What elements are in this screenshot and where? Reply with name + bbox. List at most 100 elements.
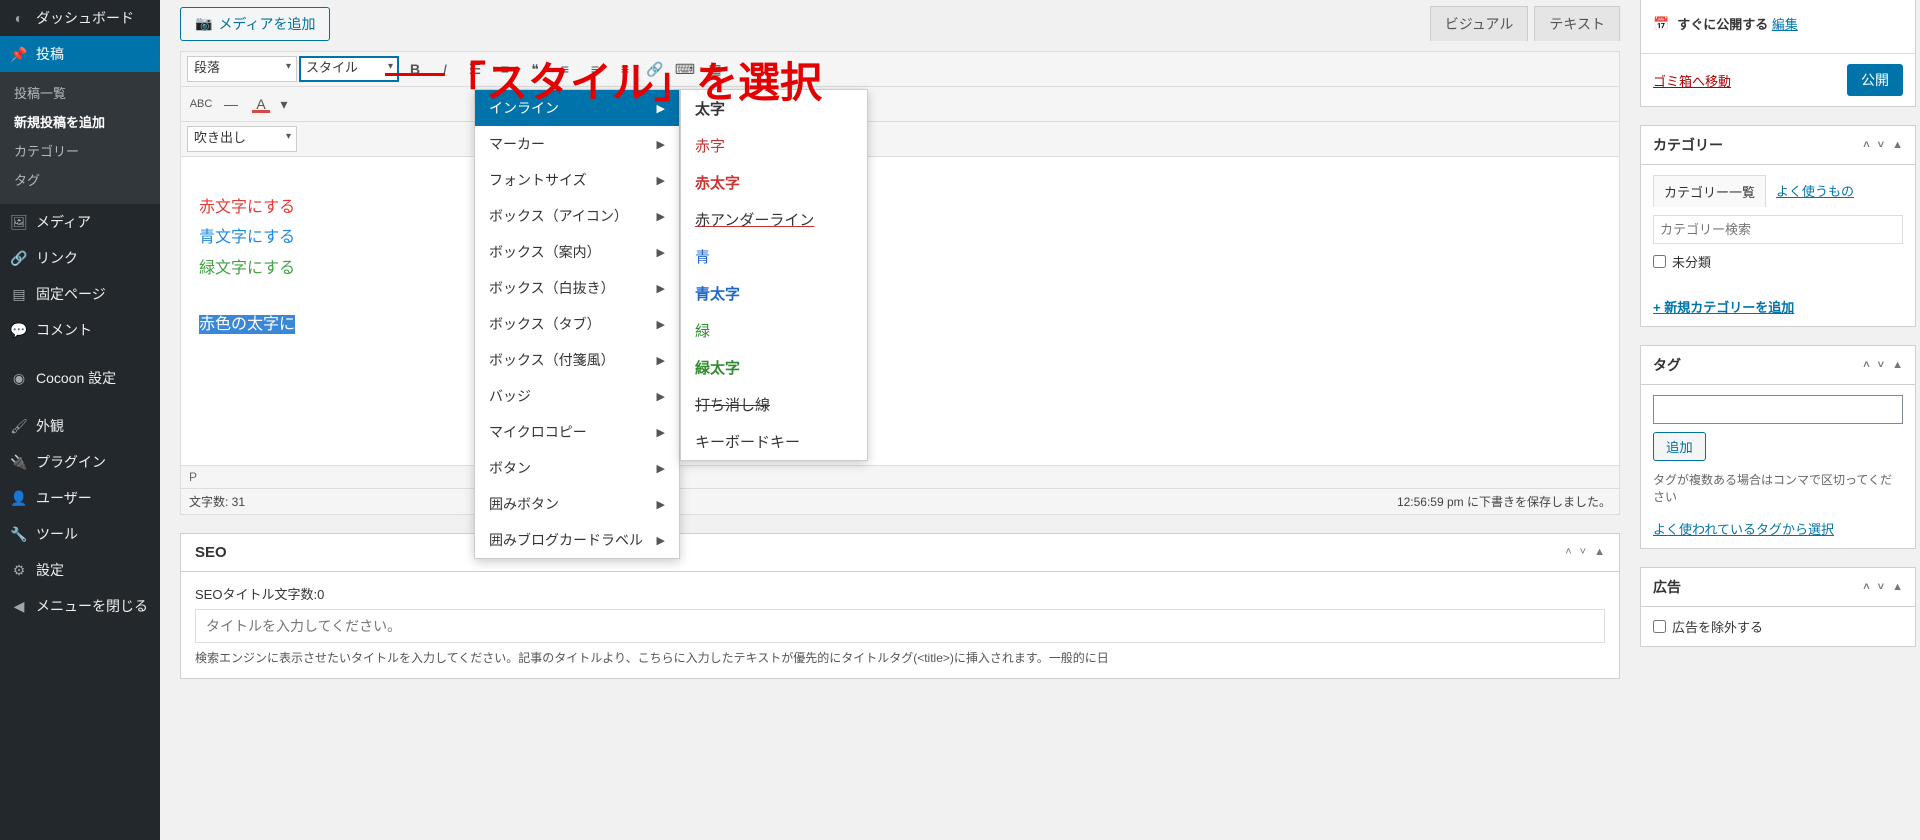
ad-exclude-checkbox[interactable] bbox=[1653, 620, 1666, 633]
tag-choose-link[interactable]: よく使われているタグから選択 bbox=[1653, 522, 1834, 537]
chevron-right-icon: ▶ bbox=[657, 174, 665, 187]
chevron-right-icon: ▶ bbox=[657, 390, 665, 403]
text-color-button[interactable]: A bbox=[247, 91, 275, 117]
inline-item-bold[interactable]: 太字 bbox=[681, 90, 867, 127]
comment-icon: 💬 bbox=[10, 322, 28, 339]
chevron-up-icon[interactable]: ˄ bbox=[1565, 546, 1571, 558]
ad-title: 広告 bbox=[1653, 577, 1681, 597]
sidebar-item-pages[interactable]: ▤ 固定ページ bbox=[0, 276, 160, 312]
chevron-right-icon: ▶ bbox=[657, 246, 665, 259]
style-item-marker[interactable]: マーカー▶ bbox=[475, 126, 679, 162]
menu-label: ボックス（白抜き） bbox=[489, 278, 615, 298]
strike-button[interactable]: ABC bbox=[187, 91, 215, 117]
chevron-up-icon[interactable]: ˄ bbox=[1863, 581, 1869, 593]
tab-text[interactable]: テキスト bbox=[1534, 6, 1620, 41]
style-item-inline[interactable]: インライン▶ bbox=[475, 90, 679, 126]
content-line-blue: 青文字にする bbox=[199, 229, 295, 246]
style-item-badge[interactable]: バッジ▶ bbox=[475, 378, 679, 414]
speech-select[interactable]: 吹き出し bbox=[187, 126, 297, 152]
sidebar-subitem-post-list[interactable]: 投稿一覧 bbox=[0, 78, 160, 107]
sidebar-item-settings[interactable]: ⚙ 設定 bbox=[0, 552, 160, 588]
appearance-icon: 🖌 bbox=[10, 418, 28, 435]
chevron-up-icon[interactable]: ˄ bbox=[1863, 139, 1869, 151]
style-item-blogcard[interactable]: 囲みブログカードラベル▶ bbox=[475, 522, 679, 558]
chevron-up-icon[interactable]: ˄ bbox=[1863, 359, 1869, 371]
category-tab-often[interactable]: よく使うもの bbox=[1766, 175, 1864, 207]
sidebar-item-cocoon[interactable]: ◉ Cocoon 設定 bbox=[0, 360, 160, 396]
move-to-trash-link[interactable]: ゴミ箱へ移動 bbox=[1653, 71, 1731, 90]
inline-item-blue-bold[interactable]: 青太字 bbox=[681, 275, 867, 312]
chevron-down-icon[interactable]: ˅ bbox=[1878, 581, 1884, 593]
sidebar-item-dashboard[interactable]: ◐ ダッシュボード bbox=[0, 0, 160, 36]
tag-input[interactable] bbox=[1653, 395, 1903, 424]
style-item-button[interactable]: ボタン▶ bbox=[475, 450, 679, 486]
style-item-microcopy[interactable]: マイクロコピー▶ bbox=[475, 414, 679, 450]
sidebar-item-collapse[interactable]: ◀ メニューを閉じる bbox=[0, 588, 160, 624]
sidebar-item-posts[interactable]: 📌 投稿 bbox=[0, 36, 160, 72]
align-left-button[interactable]: ≡ bbox=[551, 56, 579, 82]
toolbar-toggle-button[interactable]: ▦ bbox=[701, 56, 729, 82]
category-uncategorized[interactable]: 未分類 bbox=[1653, 252, 1903, 271]
tab-visual[interactable]: ビジュアル bbox=[1430, 6, 1529, 41]
inline-item-kbd[interactable]: キーボードキー bbox=[681, 423, 867, 460]
sidebar-subitem-new-post[interactable]: 新規投稿を追加 bbox=[0, 107, 160, 136]
style-item-font-size[interactable]: フォントサイズ▶ bbox=[475, 162, 679, 198]
style-item-round-button[interactable]: 囲みボタン▶ bbox=[475, 486, 679, 522]
sidebar-subitem-tag[interactable]: タグ bbox=[0, 165, 160, 194]
number-list-button[interactable]: ≡ bbox=[491, 56, 519, 82]
inline-item-strike[interactable]: 打ち消し線 bbox=[681, 386, 867, 423]
bullet-list-button[interactable]: ☰ bbox=[461, 56, 489, 82]
add-media-button[interactable]: 📷 メディアを追加 bbox=[180, 7, 330, 41]
bold-button[interactable]: B bbox=[401, 56, 429, 82]
seo-title-desc: 検索エンジンに表示させたいタイトルを入力してください。記事のタイトルより、こちら… bbox=[195, 649, 1605, 666]
chevron-down-icon[interactable]: ˅ bbox=[1580, 546, 1586, 558]
style-item-box-outline[interactable]: ボックス（白抜き）▶ bbox=[475, 270, 679, 306]
sidebar-item-users[interactable]: 👤 ユーザー bbox=[0, 480, 160, 516]
keyboard-button[interactable]: ⌨ bbox=[671, 56, 699, 82]
style-item-box-tab[interactable]: ボックス（タブ）▶ bbox=[475, 306, 679, 342]
align-center-button[interactable]: ≡ bbox=[581, 56, 609, 82]
sidebar-item-media[interactable]: 🖼 メディア bbox=[0, 204, 160, 240]
tag-add-button[interactable]: 追加 bbox=[1653, 432, 1706, 461]
inline-item-green-bold[interactable]: 緑太字 bbox=[681, 349, 867, 386]
style-item-box-guide[interactable]: ボックス（案内）▶ bbox=[475, 234, 679, 270]
inline-item-red-underline[interactable]: 赤アンダーライン bbox=[681, 201, 867, 238]
publish-button[interactable]: 公開 bbox=[1847, 64, 1903, 96]
sidebar-item-plugins[interactable]: 🔌 プラグイン bbox=[0, 444, 160, 480]
category-search-input[interactable] bbox=[1653, 215, 1903, 244]
category-tab-all[interactable]: カテゴリー一覧 bbox=[1653, 175, 1766, 207]
editor-content[interactable]: 赤文字にする 青文字にする 緑文字にする 赤色の太字に bbox=[181, 157, 1619, 465]
toggle-icon[interactable]: ▲ bbox=[1892, 139, 1903, 151]
format-select[interactable]: 段落 bbox=[187, 56, 297, 82]
blockquote-button[interactable]: ❝ bbox=[521, 56, 549, 82]
sidebar-subitem-category[interactable]: カテゴリー bbox=[0, 136, 160, 165]
style-select[interactable]: スタイル bbox=[299, 56, 399, 82]
italic-button[interactable]: I bbox=[431, 56, 459, 82]
editor-wordcount-row: 文字数: 31 12:56:59 pm に下書きを保存しました。 bbox=[181, 488, 1619, 514]
publish-edit-link[interactable]: 編集 bbox=[1772, 17, 1798, 32]
seo-title-input[interactable] bbox=[195, 609, 1605, 643]
style-item-box-sticky[interactable]: ボックス（付箋風）▶ bbox=[475, 342, 679, 378]
hr-button[interactable]: — bbox=[217, 91, 245, 117]
add-category-link[interactable]: + 新規カテゴリーを追加 bbox=[1653, 297, 1794, 316]
ad-exclude[interactable]: 広告を除外する bbox=[1653, 617, 1903, 636]
chevron-down-icon[interactable]: ˅ bbox=[1878, 139, 1884, 151]
inline-item-blue[interactable]: 青 bbox=[681, 238, 867, 275]
sidebar-item-comments[interactable]: 💬 コメント bbox=[0, 312, 160, 348]
inline-item-red-bold[interactable]: 赤太字 bbox=[681, 164, 867, 201]
text-color-dropdown[interactable]: ▾ bbox=[277, 91, 291, 117]
sidebar-item-tools[interactable]: 🔧 ツール bbox=[0, 516, 160, 552]
inline-item-red[interactable]: 赤字 bbox=[681, 127, 867, 164]
sidebar-item-links[interactable]: 🔗 リンク bbox=[0, 240, 160, 276]
toggle-icon[interactable]: ▲ bbox=[1594, 546, 1605, 558]
inline-item-green[interactable]: 緑 bbox=[681, 312, 867, 349]
toggle-icon[interactable]: ▲ bbox=[1892, 359, 1903, 371]
style-item-box-icon[interactable]: ボックス（アイコン）▶ bbox=[475, 198, 679, 234]
chevron-down-icon[interactable]: ˅ bbox=[1878, 359, 1884, 371]
align-right-button[interactable]: ≡ bbox=[611, 56, 639, 82]
toggle-icon[interactable]: ▲ bbox=[1892, 581, 1903, 593]
link-button[interactable]: 🔗 bbox=[641, 56, 669, 82]
autosave-message: 12:56:59 pm に下書きを保存しました。 bbox=[1397, 493, 1611, 510]
category-checkbox[interactable] bbox=[1653, 255, 1666, 268]
sidebar-item-appearance[interactable]: 🖌 外観 bbox=[0, 408, 160, 444]
